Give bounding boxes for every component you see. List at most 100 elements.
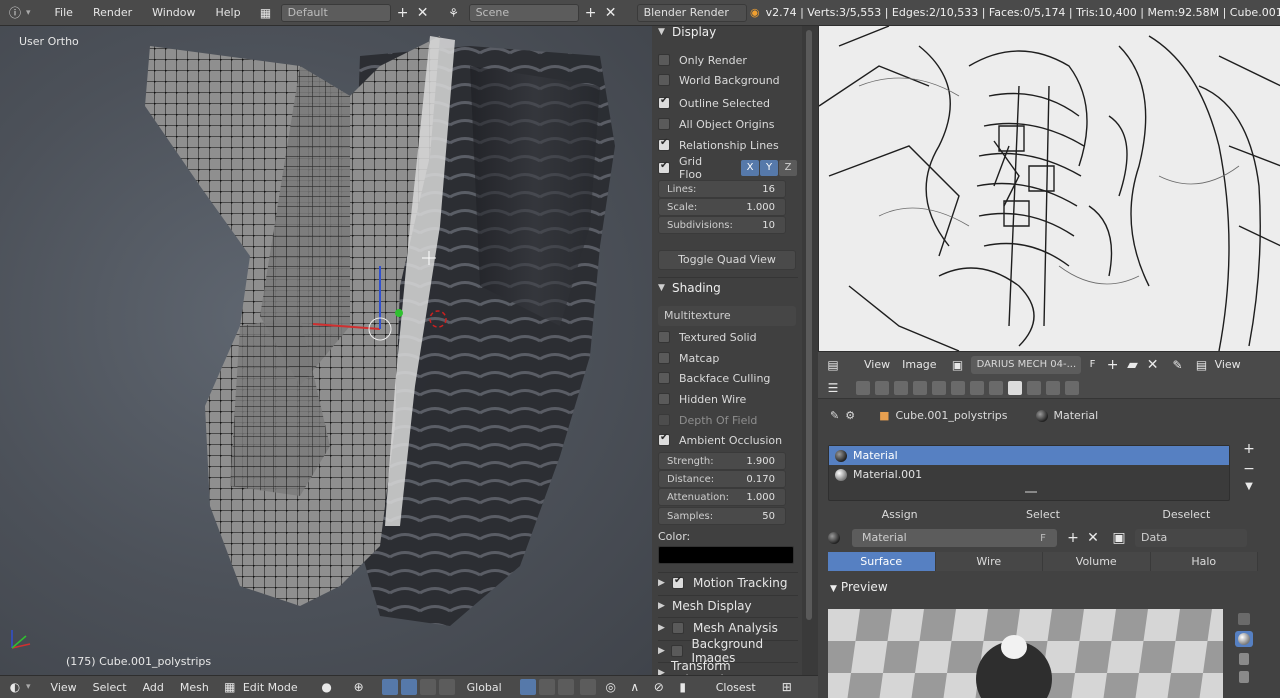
- toggle-quad-view-button[interactable]: Toggle Quad View: [658, 250, 796, 270]
- properties-editor[interactable]: ☰ ✎ ⚙ ■ Cube.001_polystrips Material Mat…: [818, 377, 1280, 698]
- grid-floor-toggle[interactable]: Grid Floo XYZ: [658, 155, 798, 181]
- grid-scale-field[interactable]: Scale: 1.000: [658, 198, 786, 216]
- outline-selected-toggle[interactable]: Outline Selected: [658, 93, 798, 113]
- scene-field[interactable]: Scene: [468, 3, 579, 22]
- editor-type-chevron-icon[interactable]: ▾: [26, 8, 31, 18]
- checkbox-checked-icon[interactable]: [658, 160, 670, 174]
- 3d-view-editor-icon[interactable]: ◐: [6, 678, 24, 696]
- pin-context-icon[interactable]: ✎: [830, 409, 839, 422]
- scale-manipulator-icon[interactable]: [438, 679, 455, 695]
- unlink-material-button[interactable]: ✕: [1085, 530, 1101, 546]
- 3d-viewport[interactable]: User Ortho (175) Cube.001_polystrips: [0, 26, 652, 675]
- material-link-icon[interactable]: ▣: [1111, 530, 1127, 546]
- ao-color-swatch[interactable]: [658, 546, 794, 564]
- depth-of-field-toggle[interactable]: Depth Of Field: [658, 410, 798, 430]
- constraints-tab-icon[interactable]: [951, 380, 965, 395]
- screen-layout-field[interactable]: Default: [280, 3, 391, 22]
- preview-panel-header[interactable]: ▼ Preview: [830, 580, 888, 594]
- modifiers-tab-icon[interactable]: [970, 380, 984, 395]
- checkbox-checked-icon[interactable]: [658, 432, 670, 446]
- proportional-falloff-icon[interactable]: ∧: [626, 678, 644, 696]
- properties-region[interactable]: ▼Display Only Render World Background Ou…: [652, 26, 802, 675]
- checkbox-icon[interactable]: [658, 372, 670, 384]
- material-name-field[interactable]: Material: [852, 529, 1057, 547]
- tab-volume[interactable]: Volume: [1043, 552, 1151, 571]
- material-slot-list[interactable]: Material Material.001: [828, 445, 1230, 501]
- grid-axis-y[interactable]: Y: [760, 160, 778, 176]
- checkbox-checked-icon[interactable]: [672, 575, 684, 589]
- grid-lines-field[interactable]: Lines: 16: [658, 180, 786, 198]
- material-browse-icon[interactable]: [828, 532, 840, 544]
- render-tab-icon[interactable]: [856, 380, 870, 395]
- add-screen-button[interactable]: +: [395, 5, 411, 21]
- select-button[interactable]: Select: [971, 505, 1114, 525]
- material-slot-item[interactable]: Material: [829, 446, 1229, 465]
- image-browse-icon[interactable]: ▣: [949, 356, 967, 374]
- checkbox-icon[interactable]: [658, 74, 670, 86]
- grid-axis-toggles[interactable]: XYZ: [741, 160, 798, 176]
- rotate-manipulator-icon[interactable]: [419, 679, 436, 695]
- manipulator-toggle-icon[interactable]: [381, 679, 398, 695]
- ie-menu-view[interactable]: View: [858, 358, 896, 371]
- deselect-button[interactable]: Deselect: [1115, 505, 1258, 525]
- ie-menu-image[interactable]: Image: [896, 358, 942, 371]
- mesh-display-panel-header[interactable]: ▶ Mesh Display: [658, 595, 798, 615]
- grid-subdivisions-field[interactable]: Subdivisions: 10: [658, 216, 786, 234]
- translate-manipulator-icon[interactable]: [400, 679, 417, 695]
- preview-monkey-icon[interactable]: [1239, 671, 1249, 683]
- unlink-image-button[interactable]: ✕: [1145, 357, 1161, 373]
- backface-culling-toggle[interactable]: Backface Culling: [658, 368, 798, 388]
- vp-menu-view[interactable]: View: [43, 681, 85, 694]
- grid-axis-x[interactable]: X: [741, 160, 759, 176]
- pin-icon[interactable]: ✎: [1169, 356, 1187, 374]
- render-preview-icon[interactable]: ⊞: [778, 678, 796, 696]
- matcap-toggle[interactable]: Matcap: [658, 348, 798, 368]
- properties-editor-type-icon[interactable]: ☰: [824, 379, 842, 397]
- editor-type-chevron-icon[interactable]: ▾: [26, 682, 31, 692]
- background-images-panel-header[interactable]: ▶ Background Images: [658, 637, 798, 665]
- ambient-occlusion-toggle[interactable]: Ambient Occlusion: [658, 430, 798, 450]
- ao-strength-field[interactable]: Strength: 1.900: [658, 452, 786, 470]
- scrollbar-thumb[interactable]: [806, 30, 812, 620]
- face-select-mode-icon[interactable]: [557, 679, 574, 695]
- add-material-slot-button[interactable]: +: [1242, 441, 1256, 457]
- checkbox-icon[interactable]: [658, 118, 670, 130]
- screen-layout-icon[interactable]: ▦: [257, 4, 275, 22]
- only-render-toggle[interactable]: Only Render: [658, 50, 798, 70]
- scene-tab-icon[interactable]: [894, 380, 908, 395]
- open-image-folder-icon[interactable]: ▰: [1125, 357, 1141, 373]
- textured-solid-toggle[interactable]: Textured Solid: [658, 327, 798, 347]
- grid-axis-z[interactable]: Z: [779, 160, 797, 176]
- add-scene-button[interactable]: +: [583, 5, 599, 21]
- new-material-button[interactable]: +: [1065, 530, 1081, 546]
- properties-region-scrollbar[interactable]: [802, 26, 818, 675]
- edge-select-mode-icon[interactable]: [538, 679, 555, 695]
- render-layers-tab-icon[interactable]: [875, 380, 889, 395]
- checkbox-icon[interactable]: [670, 644, 683, 657]
- transform-orientation-select[interactable]: Global: [459, 681, 510, 694]
- menu-file[interactable]: File: [45, 6, 83, 19]
- material-fake-user-button[interactable]: F: [1035, 533, 1051, 544]
- pivot-point-icon[interactable]: ⊕: [350, 678, 368, 696]
- world-background-toggle[interactable]: World Background: [658, 70, 798, 90]
- material-tab-icon[interactable]: [1008, 380, 1022, 395]
- ao-distance-field[interactable]: Distance: 0.170: [658, 470, 786, 488]
- menu-help[interactable]: Help: [206, 6, 251, 19]
- remove-scene-button[interactable]: ✕: [603, 5, 619, 21]
- shading-panel-header[interactable]: ▼ Shading: [658, 277, 798, 297]
- image-name-field[interactable]: DARIUS MECH 04-...: [970, 355, 1081, 374]
- menu-render[interactable]: Render: [83, 6, 142, 19]
- info-editor-icon[interactable]: ⓘ: [6, 4, 24, 22]
- physics-tab-icon[interactable]: [1065, 380, 1079, 395]
- material-slot-item[interactable]: Material.001: [829, 465, 1229, 484]
- vertex-select-mode-icon[interactable]: [519, 679, 536, 695]
- remove-material-slot-button[interactable]: −: [1242, 461, 1256, 477]
- checkbox-icon[interactable]: [658, 331, 670, 343]
- checkbox-checked-icon[interactable]: [658, 95, 670, 109]
- list-resize-grip-icon[interactable]: [1025, 491, 1037, 493]
- vp-menu-add[interactable]: Add: [135, 681, 172, 694]
- edit-mode-icon[interactable]: ▦: [221, 678, 239, 696]
- checkbox-checked-icon[interactable]: [658, 137, 670, 151]
- transform-orientations-panel-header[interactable]: ▶Transform Orientations: [658, 659, 798, 675]
- data-tab-icon[interactable]: [989, 380, 1003, 395]
